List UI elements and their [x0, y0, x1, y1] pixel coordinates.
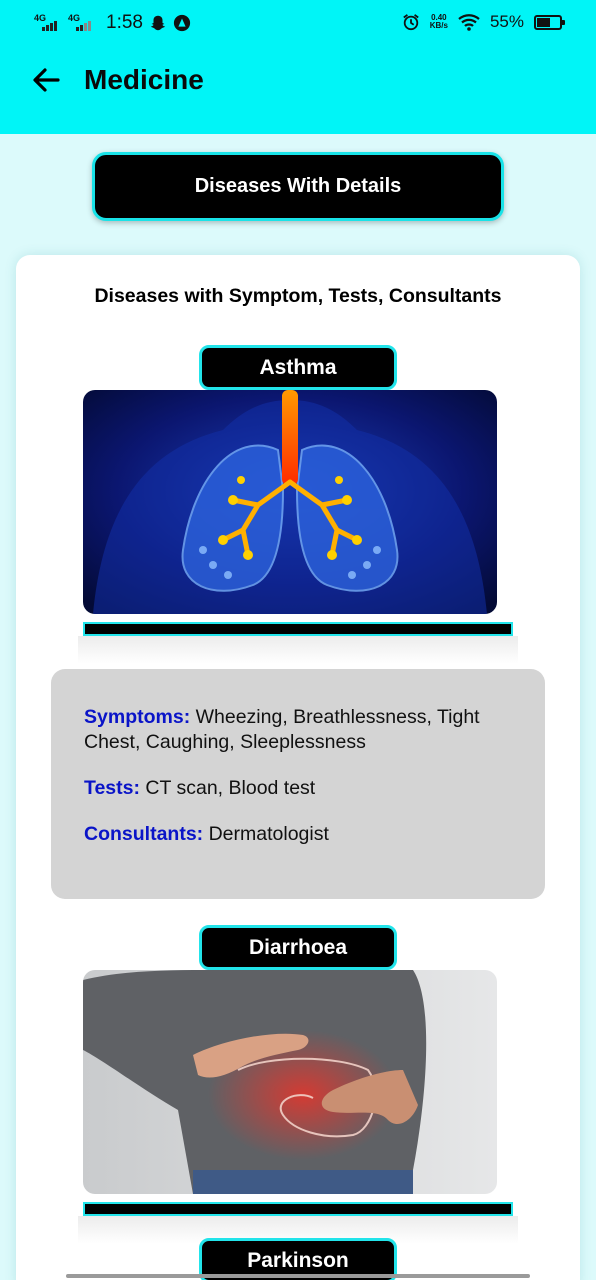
- asthma-image: [83, 390, 497, 614]
- lungs-illustration: [83, 390, 497, 614]
- signal-icon-2: 4G: [68, 13, 96, 33]
- arrow-left-icon[interactable]: [28, 62, 64, 98]
- asthma-divider: [83, 622, 513, 636]
- disease-title-diarrhoea[interactable]: Diarrhoea: [199, 925, 397, 970]
- tests-value: CT scan, Blood test: [145, 777, 316, 799]
- status-time: 1:58: [106, 12, 143, 33]
- symptoms-label: Symptoms:: [84, 706, 191, 728]
- disease-title-asthma[interactable]: Asthma: [199, 345, 397, 390]
- section-heading: Diseases with Symptom, Tests, Consultant…: [94, 285, 502, 307]
- network-speed: 0.40 KB/s: [430, 14, 448, 30]
- diseases-card: Diseases with Symptom, Tests, Consultant…: [16, 255, 580, 1280]
- speed-unit: KB/s: [429, 21, 448, 30]
- tests-label: Tests:: [84, 777, 140, 799]
- snapchat-icon: [150, 15, 166, 31]
- consultants-row: Consultants: Dermatologist: [84, 822, 525, 847]
- symptoms-row: Symptoms: Wheezing, Breathlessness, Tigh…: [84, 705, 525, 755]
- divider-shadow: [78, 636, 518, 664]
- scroll-indicator: [66, 1274, 530, 1278]
- app-header: 4G 4G 1:58 0.40 KB/s 55% Medicine: [0, 0, 596, 134]
- diarrhoea-image: [83, 970, 497, 1194]
- consultants-label: Consultants:: [84, 823, 204, 845]
- consultants-value: Dermatologist: [208, 823, 329, 845]
- page-title: Medicine: [84, 64, 204, 95]
- diseases-with-details-button[interactable]: Diseases With Details: [92, 152, 504, 221]
- asthma-details: Symptoms: Wheezing, Breathlessness, Tigh…: [51, 669, 545, 899]
- alarm-icon: [402, 14, 419, 31]
- status-bar: 4G 4G 1:58 0.40 KB/s 55%: [0, 0, 596, 46]
- app-notification-icon: [173, 14, 191, 32]
- stomach-pain-illustration: [83, 970, 497, 1194]
- signal-icon: 4G: [34, 13, 62, 33]
- battery-icon: [534, 14, 565, 30]
- battery-percent: 55%: [489, 12, 524, 31]
- diarrhoea-divider: [83, 1202, 513, 1216]
- tests-row: Tests: CT scan, Blood test: [84, 776, 525, 801]
- app-bar: Medicine: [0, 50, 596, 114]
- wifi-icon: [458, 14, 480, 31]
